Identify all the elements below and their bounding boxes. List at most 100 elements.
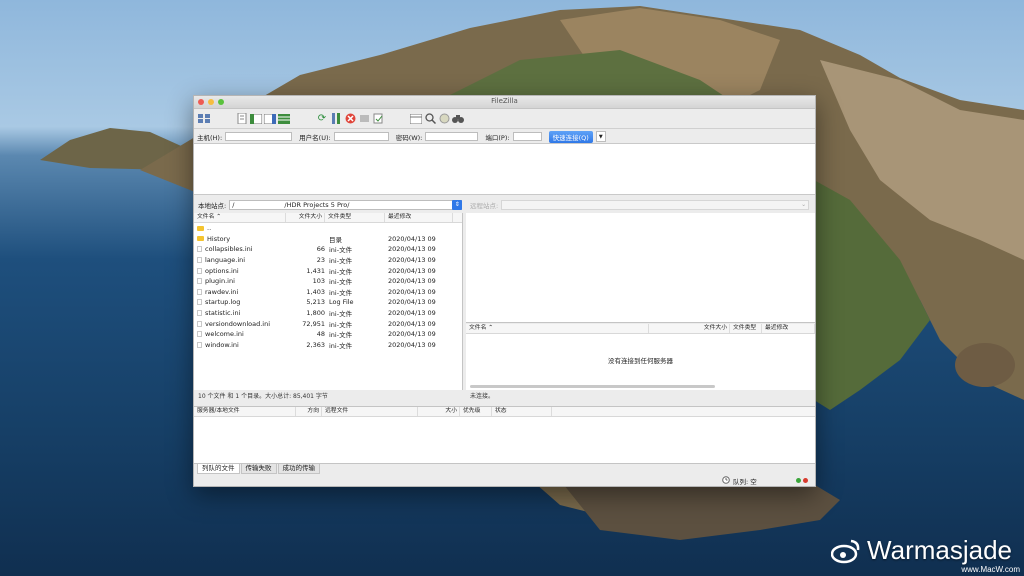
- local-file-list[interactable]: 文件名 ⌃ 文件大小 文件类型 最近修改 .. History 目录 2020/04/…: [194, 213, 463, 390]
- file-name-cell: window.ini: [194, 341, 286, 349]
- file-type: 目录: [329, 235, 342, 244]
- tab-queued-files[interactable]: 列队的文件: [197, 463, 240, 474]
- file-type: ini-文件: [329, 278, 353, 287]
- remote-col-name[interactable]: 文件名 ⌃: [466, 324, 649, 333]
- file-size: 66: [316, 245, 325, 254]
- username-input[interactable]: [333, 132, 389, 141]
- tab-failed-transfers[interactable]: 传输失败: [240, 463, 277, 474]
- file-name-cell: welcome.ini: [194, 330, 286, 338]
- file-size: 48: [316, 330, 325, 339]
- remote-path-chevron-icon[interactable]: ⌄: [801, 201, 806, 208]
- port-input[interactable]: [512, 132, 542, 141]
- file-modified: 2020/04/13 09: [388, 277, 436, 286]
- local-col-date[interactable]: 最近修改: [385, 213, 453, 222]
- queue-col-size[interactable]: 大小: [418, 407, 460, 416]
- table-row[interactable]: language.ini 23 ini-文件 2020/04/13 09: [194, 255, 462, 266]
- tab-successful-transfers[interactable]: 成功的传输: [277, 463, 320, 474]
- local-list-header: 文件名 ⌃ 文件大小 文件类型 最近修改: [194, 213, 462, 223]
- remote-file-list[interactable]: 文件名 ⌃ 文件大小 文件类型 最近修改 没有连接到任何服务器: [466, 324, 815, 390]
- file-name-cell: ..: [194, 224, 286, 232]
- table-row[interactable]: startup.log 5,213 Log File 2020/04/13 09: [194, 297, 462, 308]
- local-col-size[interactable]: 文件大小: [286, 213, 325, 222]
- remote-tree-icon[interactable]: [264, 113, 276, 125]
- file-size: 23: [316, 256, 325, 265]
- remote-tree[interactable]: [466, 213, 815, 323]
- message-log[interactable]: [194, 143, 815, 195]
- file-type: ini-文件: [329, 310, 353, 319]
- local-rows: .. History 目录 2020/04/13 09 collapsibles.ini…: [194, 223, 462, 350]
- host-input[interactable]: [225, 132, 293, 141]
- file-type: ini-文件: [329, 288, 353, 297]
- quickconnect-button[interactable]: 快速连接(Q): [548, 130, 593, 143]
- binoculars-icon[interactable]: [452, 113, 464, 125]
- table-row[interactable]: window.ini 2,363 ini-文件 2020/04/13 09: [194, 340, 462, 351]
- queue-col-direction[interactable]: 方向: [296, 407, 322, 416]
- queue-status-text: 队列: 空: [733, 478, 757, 486]
- table-row[interactable]: versiondownload.ini 72,951 ini-文件 2020/04/1…: [194, 318, 462, 329]
- host-label: 主机(H):: [197, 133, 223, 142]
- file-type: ini-文件: [329, 267, 353, 276]
- site-manager-icon[interactable]: [198, 113, 210, 125]
- watermark-url: www.MacW.com: [961, 565, 1020, 574]
- queue-tabs: 列队的文件 传输失败 成功的传输: [194, 463, 320, 474]
- folder-icon: [197, 225, 204, 231]
- remote-path-combobox[interactable]: ⌄: [501, 199, 810, 210]
- quickconnect-bar: 主机(H): 用户名(U): 密码(W): 端口(P): 快速连接(Q) ▼: [194, 129, 815, 144]
- search-icon[interactable]: [424, 113, 436, 125]
- process-queue-icon[interactable]: [330, 113, 342, 125]
- local-col-type[interactable]: 文件类型: [325, 213, 385, 222]
- table-row[interactable]: collapsibles.ini 66 ini-文件 2020/04/13 09: [194, 244, 462, 255]
- disconnect-icon[interactable]: [358, 113, 370, 125]
- local-path-combobox[interactable]: / /HDR Projects 5 Pro/ ⇕: [229, 199, 463, 210]
- table-row[interactable]: ..: [194, 223, 462, 234]
- file-name: ..: [207, 224, 212, 233]
- remote-empty-message: 没有连接到任何服务器: [608, 357, 673, 365]
- table-row[interactable]: statistic.ini 1,800 ini-文件 2020/04/13 09: [194, 308, 462, 319]
- password-label: 密码(W):: [395, 133, 423, 142]
- transfer-queue-icon[interactable]: [278, 113, 290, 125]
- queue-header: 服务器/本地文件 方向 远程文件 大小 优先级 状态: [194, 407, 815, 417]
- queue-col-priority[interactable]: 优先级: [460, 407, 492, 416]
- file-name-cell: statistic.ini: [194, 309, 286, 317]
- table-row[interactable]: options.ini 1,431 ini-文件 2020/04/13 09: [194, 265, 462, 276]
- remote-col-size[interactable]: 文件大小: [649, 324, 730, 333]
- reconnect-icon[interactable]: [372, 113, 384, 125]
- watermark-text: Warmasjade: [867, 535, 1012, 565]
- file-type: ini-文件: [329, 331, 353, 340]
- remote-col-type[interactable]: 文件类型: [730, 324, 762, 333]
- table-row[interactable]: rawdev.ini 1,403 ini-文件 2020/04/13 09: [194, 287, 462, 298]
- remote-col-date[interactable]: 最近修改: [762, 324, 815, 333]
- file-name: options.ini: [205, 266, 239, 275]
- quickconnect-history-dropdown[interactable]: ▼: [595, 131, 606, 142]
- table-row[interactable]: welcome.ini 48 ini-文件 2020/04/13 09: [194, 329, 462, 340]
- folder-icon: [197, 236, 204, 242]
- file-name: collapsibles.ini: [205, 245, 253, 254]
- password-input[interactable]: [425, 132, 479, 141]
- cancel-icon[interactable]: [344, 113, 356, 125]
- local-path-dropdown-icon[interactable]: ⇕: [452, 199, 463, 210]
- file-name-cell: versiondownload.ini: [194, 320, 286, 328]
- queue-col-status[interactable]: 状态: [492, 407, 552, 416]
- sync-browse-icon[interactable]: [438, 113, 450, 125]
- file-name: window.ini: [205, 340, 239, 349]
- transfer-queue-list[interactable]: 服务器/本地文件 方向 远程文件 大小 优先级 状态: [194, 406, 815, 464]
- local-tree-icon[interactable]: [250, 113, 262, 125]
- message-log-icon[interactable]: [236, 113, 248, 125]
- queue-col-local-file[interactable]: 服务器/本地文件: [194, 407, 296, 416]
- title-bar[interactable]: FileZilla: [194, 96, 815, 109]
- file-modified: 2020/04/13 09: [388, 234, 436, 243]
- directory-compare-icon[interactable]: [410, 113, 422, 125]
- file-modified: 2020/04/13 09: [388, 266, 436, 275]
- remote-horizontal-scrollbar[interactable]: [470, 385, 715, 388]
- file-name-cell: collapsibles.ini: [194, 245, 286, 253]
- file-modified: 2020/04/13 09: [388, 330, 436, 339]
- table-row[interactable]: plugin.ini 103 ini-文件 2020/04/13 09: [194, 276, 462, 287]
- local-col-name[interactable]: 文件名 ⌃: [194, 213, 286, 222]
- queue-col-remote-file[interactable]: 远程文件: [322, 407, 418, 416]
- refresh-icon[interactable]: ⟳: [316, 113, 328, 125]
- file-name: History: [207, 234, 231, 243]
- table-row[interactable]: History 目录 2020/04/13 09: [194, 234, 462, 245]
- file-name-cell: language.ini: [194, 256, 286, 264]
- file-name: plugin.ini: [205, 277, 235, 286]
- file-modified: 2020/04/13 09: [388, 298, 436, 307]
